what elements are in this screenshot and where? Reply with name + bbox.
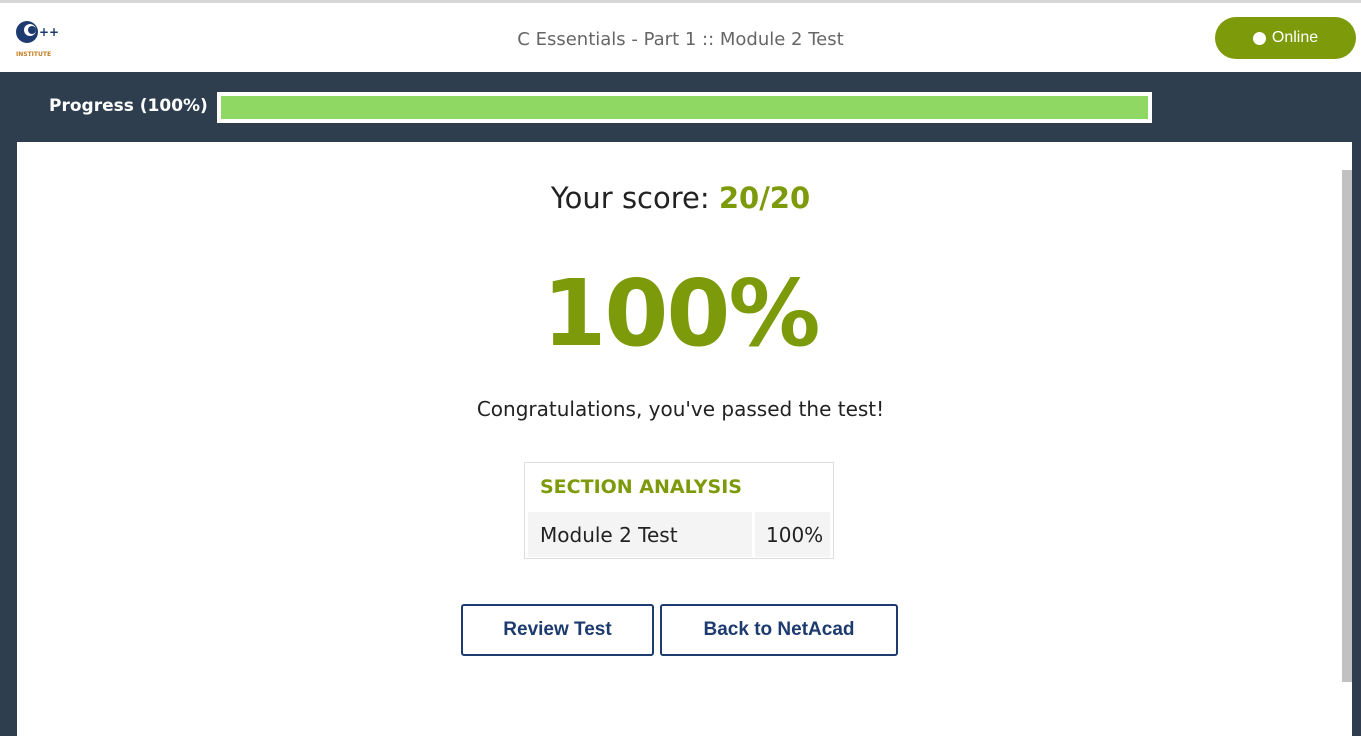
online-label: Online bbox=[1271, 29, 1319, 46]
section-analysis-table: SECTION ANALYSIS Module 2 Test 100% bbox=[524, 462, 834, 559]
logo-text: INSTITUTE bbox=[16, 51, 51, 58]
back-to-netacad-button[interactable]: Back to NetAcad bbox=[660, 604, 898, 656]
section-name: Module 2 Test bbox=[540, 523, 678, 547]
header: ++ INSTITUTE C Essentials - Part 1 :: Mo… bbox=[0, 3, 1361, 72]
status-dot-icon bbox=[1252, 31, 1266, 45]
score-percent: 100% bbox=[542, 260, 820, 367]
online-status-button[interactable]: Online bbox=[1215, 17, 1356, 59]
progress-fill bbox=[221, 96, 1148, 119]
review-test-button[interactable]: Review Test bbox=[461, 604, 654, 656]
scrollbar[interactable] bbox=[1342, 170, 1352, 682]
cell-divider bbox=[752, 512, 755, 557]
section-analysis-title: SECTION ANALYSIS bbox=[540, 476, 742, 498]
score-value: 20/20 bbox=[718, 181, 811, 215]
table-row: Module 2 Test 100% bbox=[528, 512, 830, 557]
progress-label: Progress (100%) bbox=[49, 96, 208, 116]
section-score: 100% bbox=[766, 523, 824, 547]
score-line: Your score: 20/20 bbox=[0, 181, 1361, 215]
page-title: C Essentials - Part 1 :: Module 2 Test bbox=[517, 29, 844, 50]
progress-bar bbox=[217, 92, 1152, 123]
congratulations-message: Congratulations, you've passed the test! bbox=[476, 397, 885, 421]
scrollbar-gutter bbox=[1352, 142, 1361, 736]
score-label: Your score: bbox=[550, 181, 719, 215]
